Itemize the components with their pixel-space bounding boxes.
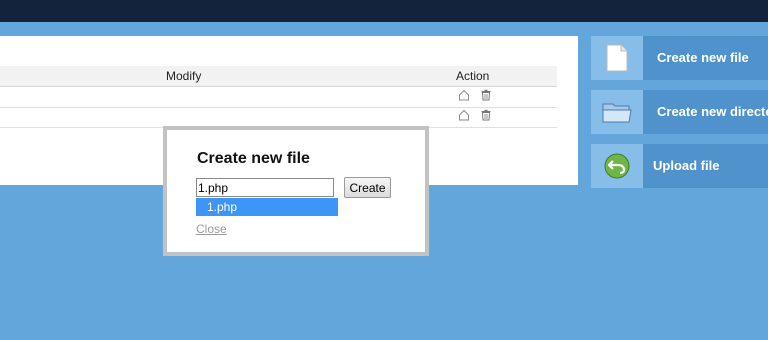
close-link[interactable]: Close bbox=[196, 222, 227, 236]
dialog-title: Create new file bbox=[197, 150, 310, 167]
create-new-file-label: Create new file bbox=[657, 50, 749, 65]
create-button[interactable]: Create bbox=[344, 177, 391, 198]
column-header-action: Action bbox=[456, 69, 490, 83]
create-new-directory-label: Create new directory bbox=[657, 104, 768, 119]
upload-file-button[interactable]: Upload file bbox=[591, 144, 768, 188]
table-header: Modify Action bbox=[0, 66, 557, 87]
trash-icon[interactable] bbox=[479, 108, 493, 122]
top-bar bbox=[0, 0, 768, 22]
filename-input[interactable] bbox=[196, 178, 334, 197]
suggestion-text: 1.php bbox=[207, 200, 238, 214]
file-icon bbox=[591, 36, 643, 80]
column-header-modify[interactable]: Modify bbox=[166, 69, 201, 83]
autocomplete-suggestion[interactable]: 1.php bbox=[196, 198, 338, 216]
table-row bbox=[0, 107, 557, 128]
create-new-directory-button[interactable]: Create new directory bbox=[591, 90, 768, 134]
upload-icon bbox=[591, 144, 643, 188]
home-icon[interactable] bbox=[457, 88, 471, 102]
table-row bbox=[0, 87, 557, 108]
trash-icon[interactable] bbox=[479, 88, 493, 102]
create-file-dialog: Create new file Create 1.php Close bbox=[163, 126, 429, 256]
home-icon[interactable] bbox=[457, 108, 471, 122]
create-new-file-button[interactable]: Create new file bbox=[591, 36, 768, 80]
folder-icon bbox=[591, 90, 643, 134]
upload-file-label: Upload file bbox=[653, 158, 720, 173]
